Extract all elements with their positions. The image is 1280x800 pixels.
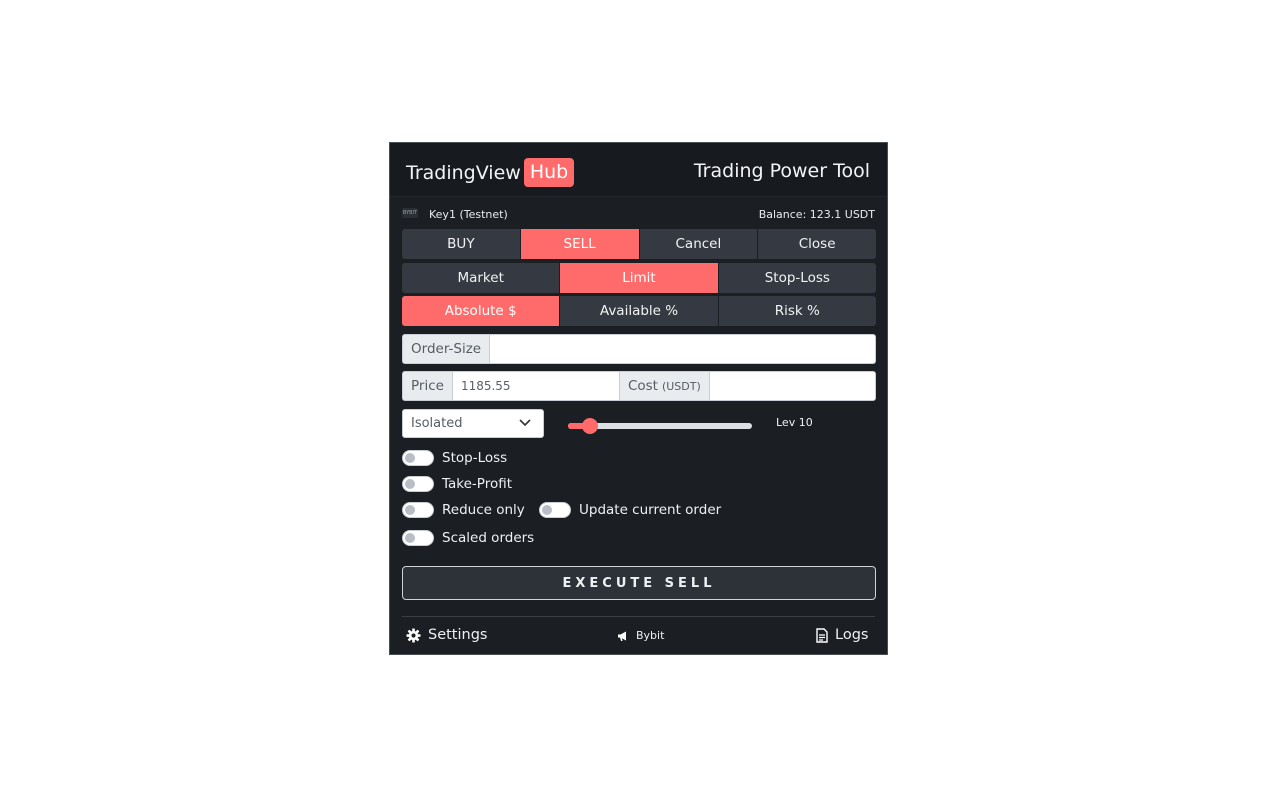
account-row: BYBIT Key1 (Testnet) Balance: 123.1 USDT bbox=[402, 206, 875, 222]
balance-label: Balance: 123.1 USDT bbox=[758, 208, 875, 221]
logs-link[interactable]: Logs bbox=[816, 627, 868, 643]
stop-loss-toggle-row: Stop-Loss bbox=[402, 449, 507, 467]
leverage-label: Lev 10 bbox=[776, 416, 813, 429]
order-type-selector: Market Limit Stop-Loss bbox=[402, 263, 876, 293]
order-size-label: Order-Size bbox=[403, 335, 491, 363]
reduce-only-toggle-label: Reduce only bbox=[442, 502, 525, 518]
tab-absolute[interactable]: Absolute $ bbox=[402, 296, 560, 326]
reduce-only-toggle-row: Reduce only bbox=[402, 501, 525, 519]
side-selector: BUY SELL Cancel Close bbox=[402, 229, 876, 259]
footer-divider bbox=[402, 616, 875, 617]
price-label: Price bbox=[403, 372, 453, 400]
tab-market[interactable]: Market bbox=[402, 263, 560, 293]
close-button[interactable]: Close bbox=[758, 229, 876, 259]
logs-label: Logs bbox=[835, 627, 869, 643]
tab-risk-percent[interactable]: Risk % bbox=[718, 296, 876, 326]
megaphone-icon bbox=[618, 631, 626, 641]
reduce-only-toggle[interactable] bbox=[402, 502, 434, 518]
tab-limit[interactable]: Limit bbox=[560, 263, 718, 293]
cost-input[interactable] bbox=[709, 372, 875, 400]
margin-mode-select[interactable]: Isolated bbox=[402, 409, 544, 438]
file-icon bbox=[816, 627, 828, 643]
scaled-orders-toggle-row: Scaled orders bbox=[402, 529, 534, 547]
order-size-group: Order-Size bbox=[402, 334, 876, 364]
account-name: Key1 (Testnet) bbox=[429, 208, 508, 221]
sell-button[interactable]: SELL bbox=[520, 229, 639, 259]
order-size-input[interactable] bbox=[490, 335, 875, 363]
leverage-slider-thumb[interactable] bbox=[582, 418, 599, 434]
brand-name: TradingView bbox=[406, 161, 521, 184]
stop-loss-toggle[interactable] bbox=[402, 450, 434, 466]
margin-mode-value: Isolated bbox=[411, 416, 463, 431]
chevron-down-icon bbox=[519, 415, 531, 435]
trading-panel: TradingView Hub Trading Power Tool BYBIT… bbox=[389, 142, 888, 655]
cost-unit: (USDT) bbox=[661, 379, 701, 393]
tab-available-percent[interactable]: Available % bbox=[560, 296, 718, 326]
take-profit-toggle-row: Take-Profit bbox=[402, 475, 512, 493]
price-input[interactable] bbox=[452, 372, 619, 400]
exchange-link[interactable]: Bybit bbox=[617, 629, 664, 642]
take-profit-toggle[interactable] bbox=[402, 476, 434, 492]
update-order-toggle[interactable] bbox=[539, 502, 571, 518]
tool-title: Trading Power Tool bbox=[693, 160, 870, 182]
execute-sell-button[interactable]: EXECUTE SELL bbox=[402, 566, 876, 600]
brand-logo: TradingView Hub bbox=[406, 158, 575, 187]
stop-loss-toggle-label: Stop-Loss bbox=[442, 450, 508, 466]
cost-label-text: Cost bbox=[627, 378, 658, 394]
exchange-label: Bybit bbox=[636, 629, 665, 642]
size-mode-selector: Absolute $ Available % Risk % bbox=[402, 296, 876, 326]
cancel-button[interactable]: Cancel bbox=[639, 229, 758, 259]
exchange-logo: BYBIT bbox=[402, 208, 418, 218]
gear-icon bbox=[406, 627, 421, 643]
settings-link[interactable]: Settings bbox=[406, 627, 487, 643]
panel-header: TradingView Hub Trading Power Tool bbox=[390, 143, 887, 197]
settings-label: Settings bbox=[428, 627, 488, 643]
brand-badge: Hub bbox=[523, 158, 575, 187]
update-order-toggle-row: Update current order bbox=[539, 501, 721, 519]
update-order-toggle-label: Update current order bbox=[579, 502, 722, 518]
scaled-orders-toggle-label: Scaled orders bbox=[442, 530, 535, 546]
price-cost-group: Price Cost (USDT) bbox=[402, 371, 876, 401]
scaled-orders-toggle[interactable] bbox=[402, 530, 434, 546]
buy-button[interactable]: BUY bbox=[402, 229, 520, 259]
cost-label: Cost (USDT) bbox=[618, 372, 710, 400]
tab-stop-loss[interactable]: Stop-Loss bbox=[718, 263, 876, 293]
take-profit-toggle-label: Take-Profit bbox=[442, 476, 513, 492]
leverage-slider[interactable] bbox=[568, 418, 752, 434]
